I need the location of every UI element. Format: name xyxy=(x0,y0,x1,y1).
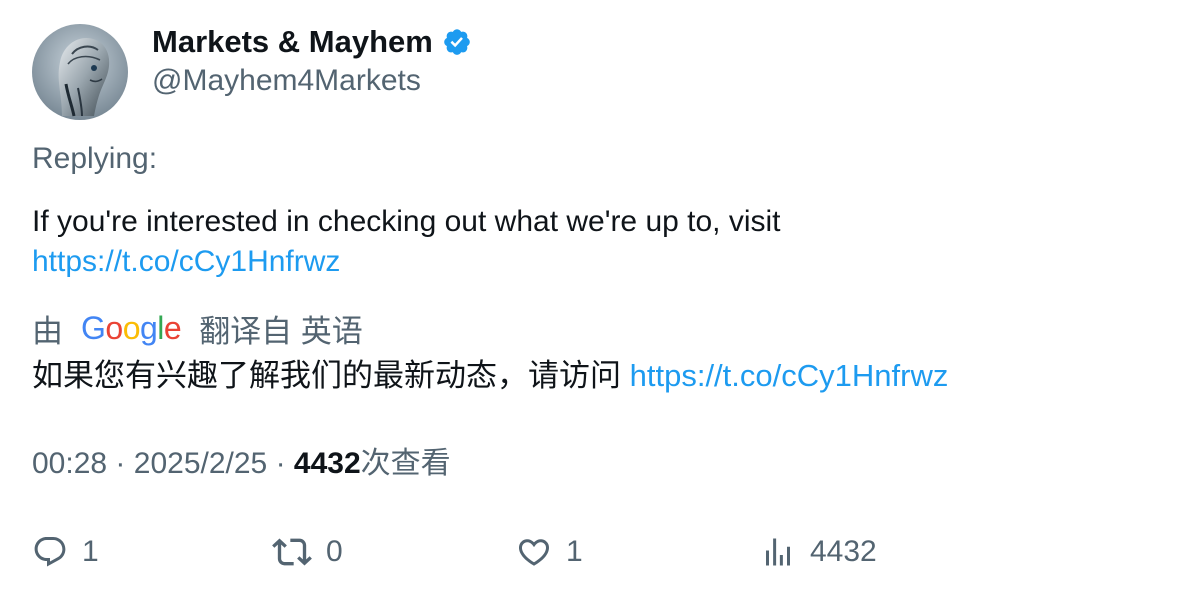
meta-separator: · xyxy=(115,447,126,480)
translated-text: 如果您有兴趣了解我们的最新动态，请访问 https://t.co/cCy1Hnf… xyxy=(32,356,948,396)
tweet-text: If you're interested in checking out wha… xyxy=(32,202,1152,282)
reply-button[interactable]: 1 xyxy=(32,530,99,574)
views-action-count: 4432 xyxy=(810,535,877,568)
heart-icon xyxy=(518,539,550,566)
author-display-name[interactable]: Markets & Mayhem xyxy=(152,22,433,62)
views-count: 4432 xyxy=(293,447,361,480)
translated-link[interactable]: https://t.co/cCy1Hnfrwz xyxy=(630,358,949,393)
meta-separator: · xyxy=(275,447,286,480)
replying-label: Replying: xyxy=(32,142,158,175)
reply-icon xyxy=(34,537,66,567)
views-chart-icon xyxy=(766,538,790,566)
retweet-button[interactable]: 0 xyxy=(272,530,343,574)
author-handle[interactable]: @Mayhem4Markets xyxy=(152,62,421,100)
translated-body: 如果您有兴趣了解我们的最新动态，请访问 xyxy=(32,358,621,393)
robot-avatar-icon xyxy=(32,24,128,120)
avatar[interactable] xyxy=(32,24,128,120)
reply-count: 1 xyxy=(82,535,99,568)
author-name-row[interactable]: Markets & Mayhem xyxy=(152,22,472,62)
verified-badge-icon xyxy=(442,27,472,57)
like-button[interactable]: 1 xyxy=(516,530,583,574)
translation-attribution: 由 Google 翻译自 英语 xyxy=(32,308,363,349)
action-bar: 1 0 1 4432 xyxy=(0,530,1196,574)
tweet-date[interactable]: 2025/2/25 xyxy=(134,447,267,480)
google-logo: Google xyxy=(81,310,182,346)
views-label: 次查看 xyxy=(360,447,451,480)
translated-by-label: 由 xyxy=(32,313,63,349)
tweet-meta: 00:28 · 2025/2/25 · 4432次查看 xyxy=(32,444,451,484)
tweet-time[interactable]: 00:28 xyxy=(32,447,107,480)
tweet-link[interactable]: https://t.co/cCy1Hnfrwz xyxy=(32,245,340,278)
retweet-count: 0 xyxy=(326,535,343,568)
like-count: 1 xyxy=(566,535,583,568)
translated-from-label: 翻译自 英语 xyxy=(199,313,363,349)
retweet-icon xyxy=(272,538,312,566)
views-button[interactable]: 4432 xyxy=(760,530,877,574)
tweet-body: If you're interested in checking out wha… xyxy=(32,205,781,238)
